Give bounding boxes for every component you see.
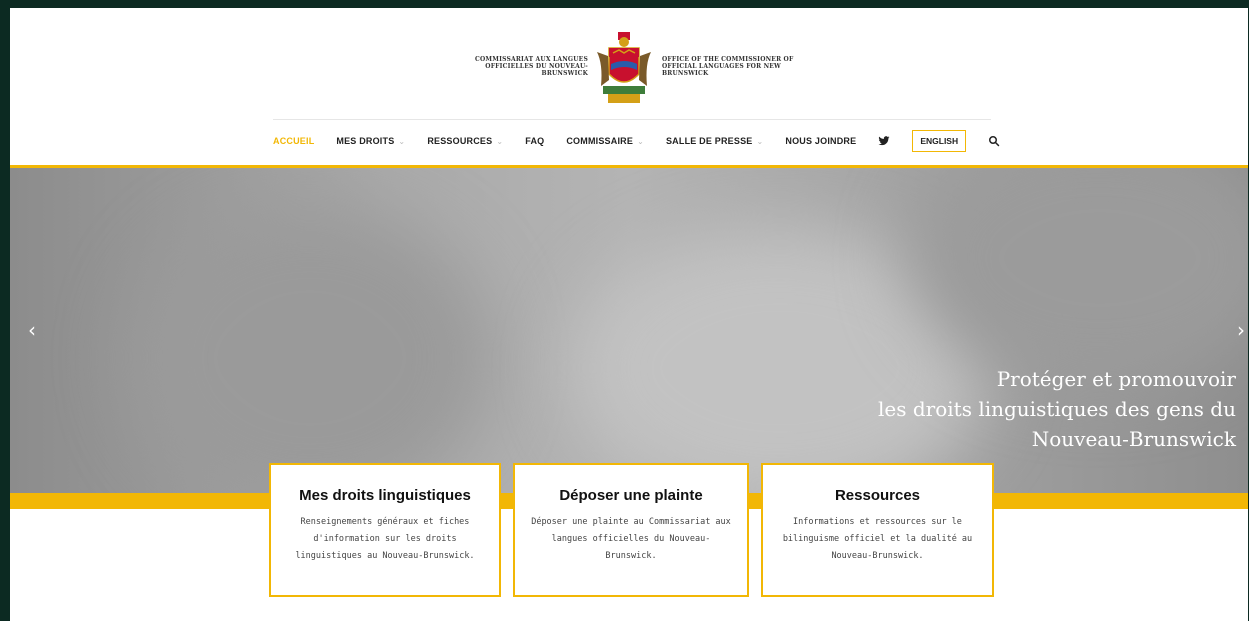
nav-item-label: RESSOURCES (427, 136, 493, 146)
hero-slider: ‹ › Protéger et promouvoir les droits li… (10, 168, 1248, 493)
nav-item-label: FAQ (525, 136, 545, 146)
card-text: Renseignements généraux et fiches d'info… (295, 517, 475, 561)
nav-item-label: SALLE DE PRESSE (665, 136, 753, 146)
nav-item-label: ACCUEIL (273, 136, 315, 146)
card-deposer-plainte[interactable]: Déposer une plainte Déposer une plainte … (513, 463, 749, 597)
chevron-down-icon: ⌄ (637, 137, 644, 146)
hero-tagline: Protéger et promouvoir les droits lingui… (776, 364, 1236, 454)
nav-item-label: MES DROITS (336, 136, 395, 146)
nav-item-commissaire[interactable]: COMMISSAIRE ⌄ (566, 136, 644, 146)
nav-item-mes-droits[interactable]: MES DROITS ⌄ (336, 136, 405, 146)
site-logo[interactable]: COMMISSARIAT AUX LANGUES OFFICIELLES DU … (10, 30, 1248, 108)
nav-item-nous-joindre[interactable]: NOUS JOINDRE (785, 136, 856, 146)
search-icon[interactable] (988, 135, 1000, 147)
nav-item-faq[interactable]: FAQ (525, 136, 544, 146)
card-mes-droits[interactable]: Mes droits linguistiques Renseignements … (269, 463, 501, 597)
twitter-icon[interactable] (878, 135, 890, 147)
card-ressources[interactable]: Ressources Informations et ressources su… (761, 463, 994, 597)
nav-item-label: COMMISSAIRE (566, 136, 634, 146)
nav-item-accueil[interactable]: ACCUEIL (273, 136, 314, 146)
header-divider (273, 119, 991, 120)
chevron-down-icon: ⌄ (398, 137, 406, 146)
card-title: Déposer une plainte (559, 487, 703, 504)
nav-item-label: NOUS JOINDRE (785, 136, 857, 146)
card-text: Déposer une plainte au Commissariat aux … (531, 517, 731, 561)
hero-tagline-line: Nouveau-Brunswick (1031, 427, 1236, 451)
hero-tagline-line: les droits linguistiques des gens du (878, 397, 1236, 421)
chevron-right-icon[interactable]: › (1237, 318, 1245, 342)
nav-item-salle-de-presse[interactable]: SALLE DE PRESSE ⌄ (666, 136, 763, 146)
page: COMMISSARIAT AUX LANGUES OFFICIELLES DU … (10, 8, 1248, 621)
chevron-down-icon: ⌄ (496, 137, 504, 146)
hero-tagline-line: Protéger et promouvoir (996, 367, 1236, 391)
coat-of-arms-icon (597, 32, 651, 103)
card-title: Mes droits linguistiques (299, 487, 471, 504)
nav-item-ressources[interactable]: RESSOURCES ⌄ (427, 136, 503, 146)
logo-text-english: OFFICE OF THE COMMISSIONER OF OFFICIAL L… (662, 56, 794, 77)
chevron-down-icon: ⌄ (756, 137, 764, 146)
logo-text-french: COMMISSARIAT AUX LANGUES OFFICIELLES DU … (474, 56, 588, 77)
card-text: Informations et ressources sur le biling… (782, 517, 973, 561)
chevron-left-icon[interactable]: ‹ (28, 318, 36, 342)
card-title: Ressources (834, 487, 921, 504)
hero-backdrop-shade (130, 208, 490, 493)
language-toggle-button[interactable]: ENGLISH (912, 130, 967, 152)
main-nav: ACCUEIL MES DROITS ⌄ RESSOURCES ⌄ FAQ COMM… (273, 126, 1003, 156)
